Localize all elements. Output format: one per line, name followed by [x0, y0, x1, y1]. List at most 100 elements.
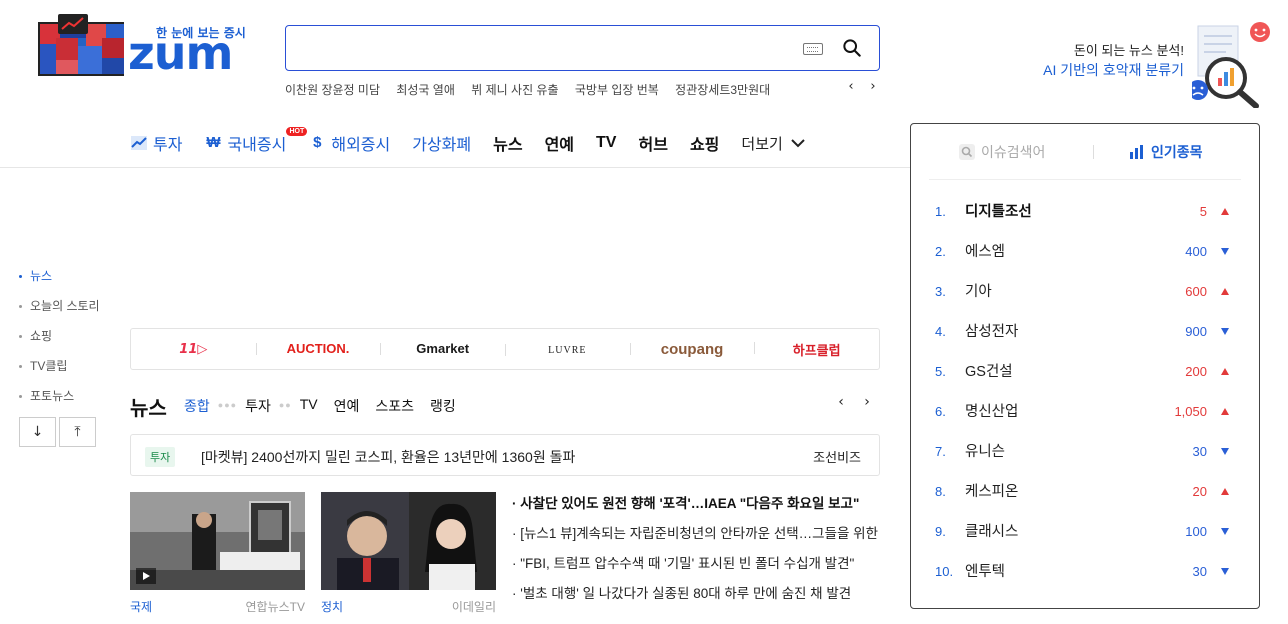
trending-keyword[interactable]: 국방부 입장 번복 [575, 83, 659, 97]
triangle-down-icon [1221, 568, 1229, 575]
ranking-row[interactable]: 7. 유니슨 30 [935, 432, 1235, 472]
shop-coupang[interactable]: coupang [629, 341, 755, 358]
triangle-up-icon [1221, 368, 1229, 375]
quick-item-shopping[interactable]: 쇼핑 [18, 326, 108, 356]
arrow-down-icon[interactable]: ↓ [19, 417, 56, 447]
news-category: 국제 [130, 600, 153, 614]
quick-item-news[interactable]: 뉴스 [18, 266, 108, 296]
nav-domestic-stocks[interactable]: ₩ 국내증시 HOT [204, 127, 308, 155]
tab-all[interactable]: 종합 [184, 396, 210, 416]
keyboard-icon[interactable] [803, 43, 823, 55]
trending-keyword[interactable]: 최성국 열애 [396, 83, 455, 97]
nav-overseas-stocks[interactable]: $ 해외증시 [308, 131, 390, 155]
nav-label: 뉴스 [493, 137, 523, 154]
arrow-top-icon[interactable]: ⤒ [59, 417, 96, 447]
ranking-row[interactable]: 1. 디지틀조선 5 [935, 192, 1235, 232]
news-card[interactable]: 정치 이데일리 [321, 492, 496, 622]
tab-sports[interactable]: 스포츠 [375, 396, 414, 416]
search-icon[interactable] [843, 39, 861, 57]
shop-halfclub[interactable]: 하프클럽 [754, 340, 879, 359]
ticker-source: 조선비즈 [813, 450, 861, 465]
ranking-list: 1. 디지틀조선 5 2. 에스엠 400 3. 기아 600 4. 삼성전자 900 5. GS건설 20… [935, 192, 1235, 592]
nav-tv[interactable]: TV [596, 134, 616, 152]
headline-item[interactable]: · [뉴스1 뷰]계속되는 자립준비청년의 안타까운 선택…그들을 위한 [512, 522, 882, 552]
ranking-row[interactable]: 9. 클래시스 100 [935, 512, 1235, 552]
news-ticker[interactable]: 투자 [마켓뷰] 2400선까지 밀린 코스피, 환율은 13년만에 1360원… [130, 434, 880, 476]
quick-item-story[interactable]: 오늘의 스토리 [18, 296, 108, 326]
chevron-right-icon[interactable]: › [854, 394, 880, 410]
stock-name: 명신산업 [965, 404, 1019, 420]
shop-name: LUVRE [548, 344, 587, 356]
zum-logo[interactable]: 한 눈에 보는 증시 zum [38, 14, 246, 78]
ranking-row[interactable]: 4. 삼성전자 900 [935, 312, 1235, 352]
tab-issue-keywords[interactable]: 이슈검색어 [959, 142, 1045, 162]
search-input[interactable] [298, 36, 798, 60]
price-change: 1,050 [1174, 404, 1207, 419]
chevron-down-icon [791, 139, 805, 148]
tab-dots: ●● [278, 400, 292, 410]
headline-item[interactable]: · 사찰단 있어도 원전 향해 '포격'…IAEA "다음주 화요일 보고" [512, 492, 882, 522]
news-card[interactable]: 국제 연합뉴스TV [130, 492, 305, 622]
tab-entertainment[interactable]: 연예 [334, 396, 360, 416]
rank-number: 9. [935, 524, 946, 539]
ranking-row[interactable]: 2. 에스엠 400 [935, 232, 1235, 272]
nav-label: 허브 [638, 137, 668, 154]
quick-item-tvclip[interactable]: TV클립 [18, 356, 108, 386]
nav-shopping[interactable]: 쇼핑 [690, 131, 719, 155]
price-change: 100 [1185, 524, 1207, 539]
nav-label: 쇼핑 [689, 137, 720, 154]
chevron-left-icon[interactable]: ‹ [840, 79, 862, 94]
quick-item-photo[interactable]: 포토뉴스 [18, 386, 108, 416]
news-source: 이데일리 [451, 600, 496, 614]
price-change: 30 [1192, 444, 1207, 459]
ranking-row[interactable]: 3. 기아 600 [935, 272, 1235, 312]
nav-crypto[interactable]: 가상화폐 [412, 131, 471, 155]
price-change: 30 [1192, 564, 1207, 579]
headline-item[interactable]: · '벌초 대행' 일 나갔다가 실종된 80대 하루 만에 숨진 채 발견 [512, 582, 882, 612]
chevron-right-icon[interactable]: › [862, 79, 884, 94]
ai-news-promo[interactable]: 돈이 되는 뉴스 분석! AI 기반의 호악재 분류기 [1030, 18, 1288, 108]
chevron-left-icon[interactable]: ‹ [828, 394, 854, 410]
nav-label: 가상화폐 [412, 137, 472, 154]
tab-tv[interactable]: TV [300, 396, 318, 416]
stock-name: 디지틀조선 [965, 204, 1032, 220]
tab-invest[interactable]: 투자 [245, 396, 271, 416]
stock-name: 삼성전자 [965, 324, 1019, 340]
ranking-row[interactable]: 5. GS건설 200 [935, 352, 1235, 392]
headline-item[interactable]: · "FBI, 트럼프 압수수색 때 '기밀' 표시된 빈 폴더 수십개 발견" [512, 552, 882, 582]
nav-label: TV [596, 134, 617, 151]
bar-chart-icon [1130, 145, 1143, 159]
shop-gmarket[interactable]: Gmarket [380, 341, 505, 357]
won-icon: ₩ [206, 134, 221, 151]
nav-invest[interactable]: 투자 [130, 131, 182, 155]
trending-keyword[interactable]: 이찬원 장윤정 미담 [285, 83, 380, 97]
ranking-row[interactable]: 6. 명신산업 1,050 [935, 392, 1235, 432]
ranking-tabs: 이슈검색어 인기종목 [929, 124, 1241, 180]
trending-keyword[interactable]: 정관장세트3만원대 [675, 83, 770, 97]
rank-number: 2. [935, 244, 946, 259]
chart-badge-icon [58, 14, 88, 34]
trending-keyword[interactable]: 뷔 제니 사진 유출 [471, 83, 558, 97]
rank-number: 6. [935, 404, 946, 419]
rank-number: 5. [935, 364, 946, 379]
stock-name: 케스피온 [965, 484, 1019, 500]
news-tabs: 종합 ●●● 투자 ●● TV 연예 스포츠 랭킹 [184, 396, 472, 416]
nav-hub[interactable]: 허브 [638, 131, 667, 155]
tab-popular-stocks[interactable]: 인기종목 [1129, 142, 1203, 162]
rank-number: 10. [935, 564, 954, 579]
shop-auction[interactable]: AUCTION. [255, 341, 381, 357]
tab-label: 인기종목 [1151, 144, 1203, 160]
nav-label: 해외증시 [331, 137, 391, 154]
tab-ranking[interactable]: 랭킹 [430, 396, 456, 416]
ranking-row[interactable]: 10. 엔투텍 30 [935, 552, 1235, 592]
nav-more[interactable]: 더보기 [741, 133, 805, 154]
ranking-row[interactable]: 8. 케스피온 20 [935, 472, 1235, 512]
nav-news[interactable]: 뉴스 [493, 131, 522, 155]
stock-name: 기아 [965, 284, 992, 300]
shop-luvre[interactable]: LUVRE [505, 342, 630, 357]
triangle-down-icon [1221, 328, 1229, 335]
news-photo-politics [321, 492, 496, 590]
nav-label: 국내증시 [227, 137, 287, 154]
shop-11st[interactable]: 11▷ [131, 342, 256, 357]
nav-entertainment[interactable]: 연예 [545, 131, 574, 155]
